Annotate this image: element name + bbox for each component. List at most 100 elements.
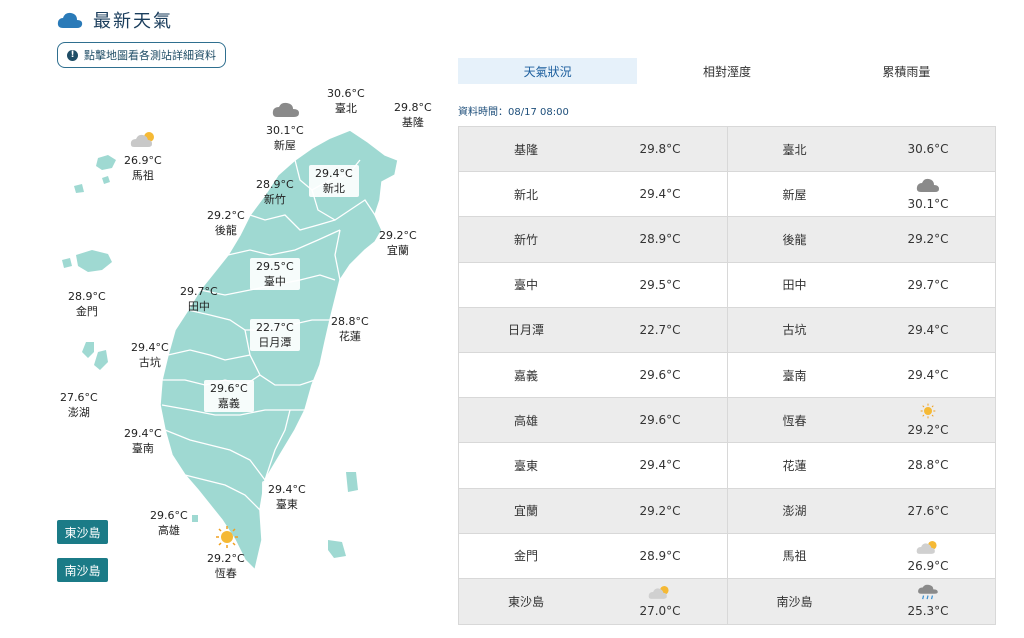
station-temp: 29.4°C <box>124 427 162 440</box>
table-row: 高雄 29.6°C 恆春 29.2°C <box>459 398 995 444</box>
tab-humidity[interactable]: 相對溼度 <box>637 58 816 84</box>
table-row: 金門 28.9°C 馬祖 26.9°C <box>459 533 995 579</box>
cloud-icon <box>916 177 940 197</box>
station-name-cell: 恆春 <box>727 398 861 443</box>
station-name-cell: 基隆 <box>513 142 538 157</box>
station-name: 高雄 <box>157 524 180 537</box>
station-tainan[interactable]: 29.4°C 臺南 <box>124 426 162 456</box>
station-kinmen[interactable]: 28.9°C 金門 <box>68 289 106 319</box>
station-taipei[interactable]: 30.6°C 臺北 <box>327 86 365 116</box>
map-hint-button[interactable]: ! 點擊地圖看各測站詳細資料 <box>57 42 226 68</box>
station-temp: 29.4°C <box>268 483 306 496</box>
orchid-island <box>328 540 346 558</box>
partly-cloudy-icon <box>648 584 672 604</box>
station-name-cell: 新屋 <box>727 172 861 217</box>
station-temp: 27.6°C <box>60 391 98 404</box>
dongsha-button-label: 東沙島 <box>64 525 101 540</box>
station-name: 澎湖 <box>67 406 90 419</box>
station-name: 新北 <box>322 182 345 195</box>
station-hengchun[interactable]: 29.2°C 恆春 <box>207 551 245 581</box>
station-keelung[interactable]: 29.8°C 基隆 <box>394 100 432 130</box>
station-name: 田中 <box>187 300 210 313</box>
station-name-cell: 臺南 <box>727 352 861 398</box>
station-name-cell: 臺中 <box>513 278 538 293</box>
penghu-islands <box>82 342 108 370</box>
station-newtaipei[interactable]: 29.4°C 新北 <box>309 165 359 197</box>
station-temp: 29.8°C <box>394 101 432 114</box>
station-name-cell: 南沙島 <box>727 578 861 625</box>
station-name: 基隆 <box>401 116 424 129</box>
temperature-cell: 26.9°C <box>861 534 995 578</box>
station-hsinchu[interactable]: 28.9°C 新竹 <box>256 177 294 207</box>
station-name-cell: 田中 <box>727 262 861 307</box>
station-name: 臺東 <box>275 498 298 511</box>
station-hualien[interactable]: 28.8°C 花蓮 <box>331 314 369 344</box>
station-temp: 30.6°C <box>327 87 365 100</box>
station-name-cell: 古坑 <box>727 307 861 352</box>
table-row: 東沙島 27.0°C 南沙島 25.3°C <box>459 578 995 625</box>
station-name: 新竹 <box>263 193 286 206</box>
temperature-cell: 29.2°C <box>639 503 681 518</box>
temperature-cell: 29.4°C <box>907 322 949 337</box>
station-temp: 29.2°C <box>207 209 245 222</box>
station-kaohsiung[interactable]: 29.6°C 高雄 <box>150 508 188 538</box>
station-name: 臺中 <box>263 275 286 288</box>
station-tianzhong[interactable]: 29.7°C 田中 <box>180 284 218 314</box>
tab-weather[interactable]: 天氣狀況 <box>458 58 638 84</box>
station-temp: 30.1°C <box>266 124 304 137</box>
station-temp: 29.7°C <box>180 285 218 298</box>
station-name: 嘉義 <box>217 397 240 410</box>
temperature-cell: 29.4°C <box>907 368 949 383</box>
temperature-cell: 29.4°C <box>639 458 681 473</box>
taiwan-map[interactable]: 29.8°C 基隆 30.6°C 臺北 30.1°C 新屋 29.4°C 新北 … <box>50 80 450 600</box>
page-header: 最新天氣 <box>57 6 173 34</box>
station-name-cell: 馬祖 <box>727 533 861 578</box>
station-temp: 28.9°C <box>256 178 294 191</box>
info-icon: ! <box>67 49 78 61</box>
station-houlong[interactable]: 29.2°C 後龍 <box>207 208 245 238</box>
station-penghu[interactable]: 27.6°C 澎湖 <box>60 390 98 420</box>
temperature-cell: 29.2°C <box>861 398 995 442</box>
station-name-cell: 日月潭 <box>507 323 544 338</box>
station-name: 臺南 <box>131 442 154 455</box>
station-xinwu[interactable]: 30.1°C 新屋 <box>266 123 304 153</box>
station-sunmoonlake[interactable]: 22.7°C 日月潭 <box>250 319 300 351</box>
temperature-cell: 25.3°C <box>861 579 995 624</box>
temperature-cell: 28.9°C <box>639 548 681 563</box>
partly-cloudy-icon <box>916 539 940 559</box>
partly-cloudy-icon <box>130 132 154 147</box>
nansha-button-label: 南沙島 <box>64 563 101 578</box>
tab-rainfall[interactable]: 累積雨量 <box>817 58 996 84</box>
nansha-button[interactable]: 南沙島 <box>57 558 108 582</box>
temperature-cell: 28.8°C <box>907 458 949 473</box>
table-row: 基隆 29.8°C 臺北 30.6°C <box>459 127 995 173</box>
data-timestamp: 資料時間：08/17 08:00 <box>458 107 569 118</box>
station-name: 後龍 <box>214 224 237 237</box>
station-temp: 29.4°C <box>131 341 169 354</box>
temperature-cell: 28.9°C <box>639 232 681 247</box>
table-row: 臺中 29.5°C 田中 29.7°C <box>459 262 995 308</box>
station-name-cell: 東沙島 <box>507 594 544 609</box>
temperature-cell: 29.5°C <box>639 277 681 292</box>
station-chiayi[interactable]: 29.6°C 嘉義 <box>204 380 254 412</box>
station-name: 花蓮 <box>338 330 361 343</box>
temperature-cell: 29.2°C <box>907 232 949 247</box>
table-row: 嘉義 29.6°C 臺南 29.4°C <box>459 352 995 399</box>
station-temp: 29.5°C <box>256 260 294 273</box>
temperature-cell: 29.4°C <box>639 187 681 202</box>
dongsha-button[interactable]: 東沙島 <box>57 520 108 544</box>
station-name-cell: 澎湖 <box>727 488 861 533</box>
table-row: 日月潭 22.7°C 古坑 29.4°C <box>459 307 995 353</box>
station-taitung[interactable]: 29.4°C 臺東 <box>262 481 312 513</box>
station-taichung[interactable]: 29.5°C 臺中 <box>250 258 300 290</box>
station-name: 古坑 <box>138 356 161 369</box>
station-gukeng[interactable]: 29.4°C 古坑 <box>131 340 169 370</box>
matsu-islands <box>74 155 116 193</box>
station-matsu[interactable]: 26.9°C 馬祖 <box>124 153 162 183</box>
temperature-cell: 27.6°C <box>907 503 949 518</box>
temperature-cell: 22.7°C <box>639 322 681 337</box>
station-yilan[interactable]: 29.2°C 宜蘭 <box>379 228 417 258</box>
temperature-cell: 30.6°C <box>907 142 949 157</box>
station-temp: 22.7°C <box>256 321 294 334</box>
cloud-icon <box>272 102 299 117</box>
